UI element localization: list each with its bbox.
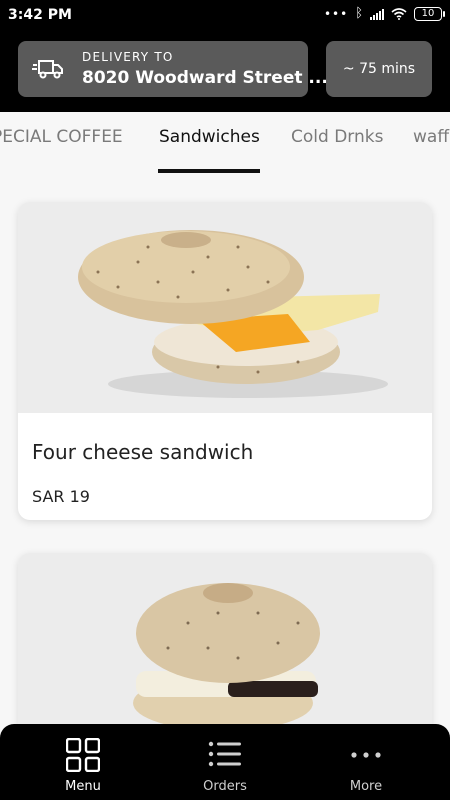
status-icons: ••• ᛒ 10 bbox=[323, 6, 445, 21]
nav-orders-label: Orders bbox=[203, 779, 247, 794]
tab-sandwiches[interactable]: Sandwiches bbox=[159, 127, 260, 147]
battery-level: 10 bbox=[421, 8, 435, 19]
nav-menu[interactable]: Menu bbox=[8, 724, 158, 800]
bottom-navigation: Menu Orders More bbox=[0, 724, 450, 800]
notification-dots-icon: ••• bbox=[323, 6, 349, 21]
product-image bbox=[18, 553, 432, 753]
category-tabs: PECIAL COFFEE Sandwiches Cold Drnks waff bbox=[0, 112, 450, 174]
product-card[interactable]: Four cheese sandwich SAR 19 bbox=[18, 202, 432, 520]
tab-special-coffee[interactable]: PECIAL COFFEE bbox=[0, 127, 123, 147]
tab-cold-drinks[interactable]: Cold Drnks bbox=[291, 127, 383, 147]
eta-button[interactable]: ~ 75 mins bbox=[326, 41, 432, 97]
more-dots-icon bbox=[351, 752, 381, 758]
app-header: 3:42 PM ••• ᛒ 10 DELIVERY TO 8020 Woodwa… bbox=[0, 0, 450, 112]
nav-orders[interactable]: Orders bbox=[150, 724, 300, 800]
status-time: 3:42 PM bbox=[8, 7, 72, 23]
nav-more[interactable]: More bbox=[291, 724, 441, 800]
list-icon bbox=[208, 741, 241, 767]
status-bar: 3:42 PM ••• ᛒ 10 bbox=[0, 0, 450, 32]
eta-text: ~ 75 mins bbox=[342, 61, 416, 77]
product-price: SAR 19 bbox=[32, 487, 90, 506]
battery-icon: 10 bbox=[414, 6, 445, 21]
nav-menu-label: Menu bbox=[65, 779, 101, 794]
delivery-address: 8020 Woodward Street ... bbox=[82, 68, 328, 88]
nav-more-label: More bbox=[349, 779, 383, 794]
bluetooth-icon: ᛒ bbox=[355, 6, 363, 21]
grid-icon bbox=[66, 738, 100, 772]
wifi-icon bbox=[391, 7, 407, 20]
signal-icon bbox=[370, 8, 384, 20]
delivery-address-button[interactable]: DELIVERY TO 8020 Woodward Street ... bbox=[18, 41, 328, 97]
product-card[interactable] bbox=[18, 553, 432, 753]
active-tab-indicator bbox=[158, 169, 260, 173]
delivery-label: DELIVERY TO bbox=[82, 50, 174, 64]
delivery-truck-icon bbox=[32, 60, 63, 79]
tab-waffles[interactable]: waff bbox=[413, 127, 449, 147]
product-image bbox=[18, 202, 432, 413]
product-name: Four cheese sandwich bbox=[32, 440, 254, 464]
